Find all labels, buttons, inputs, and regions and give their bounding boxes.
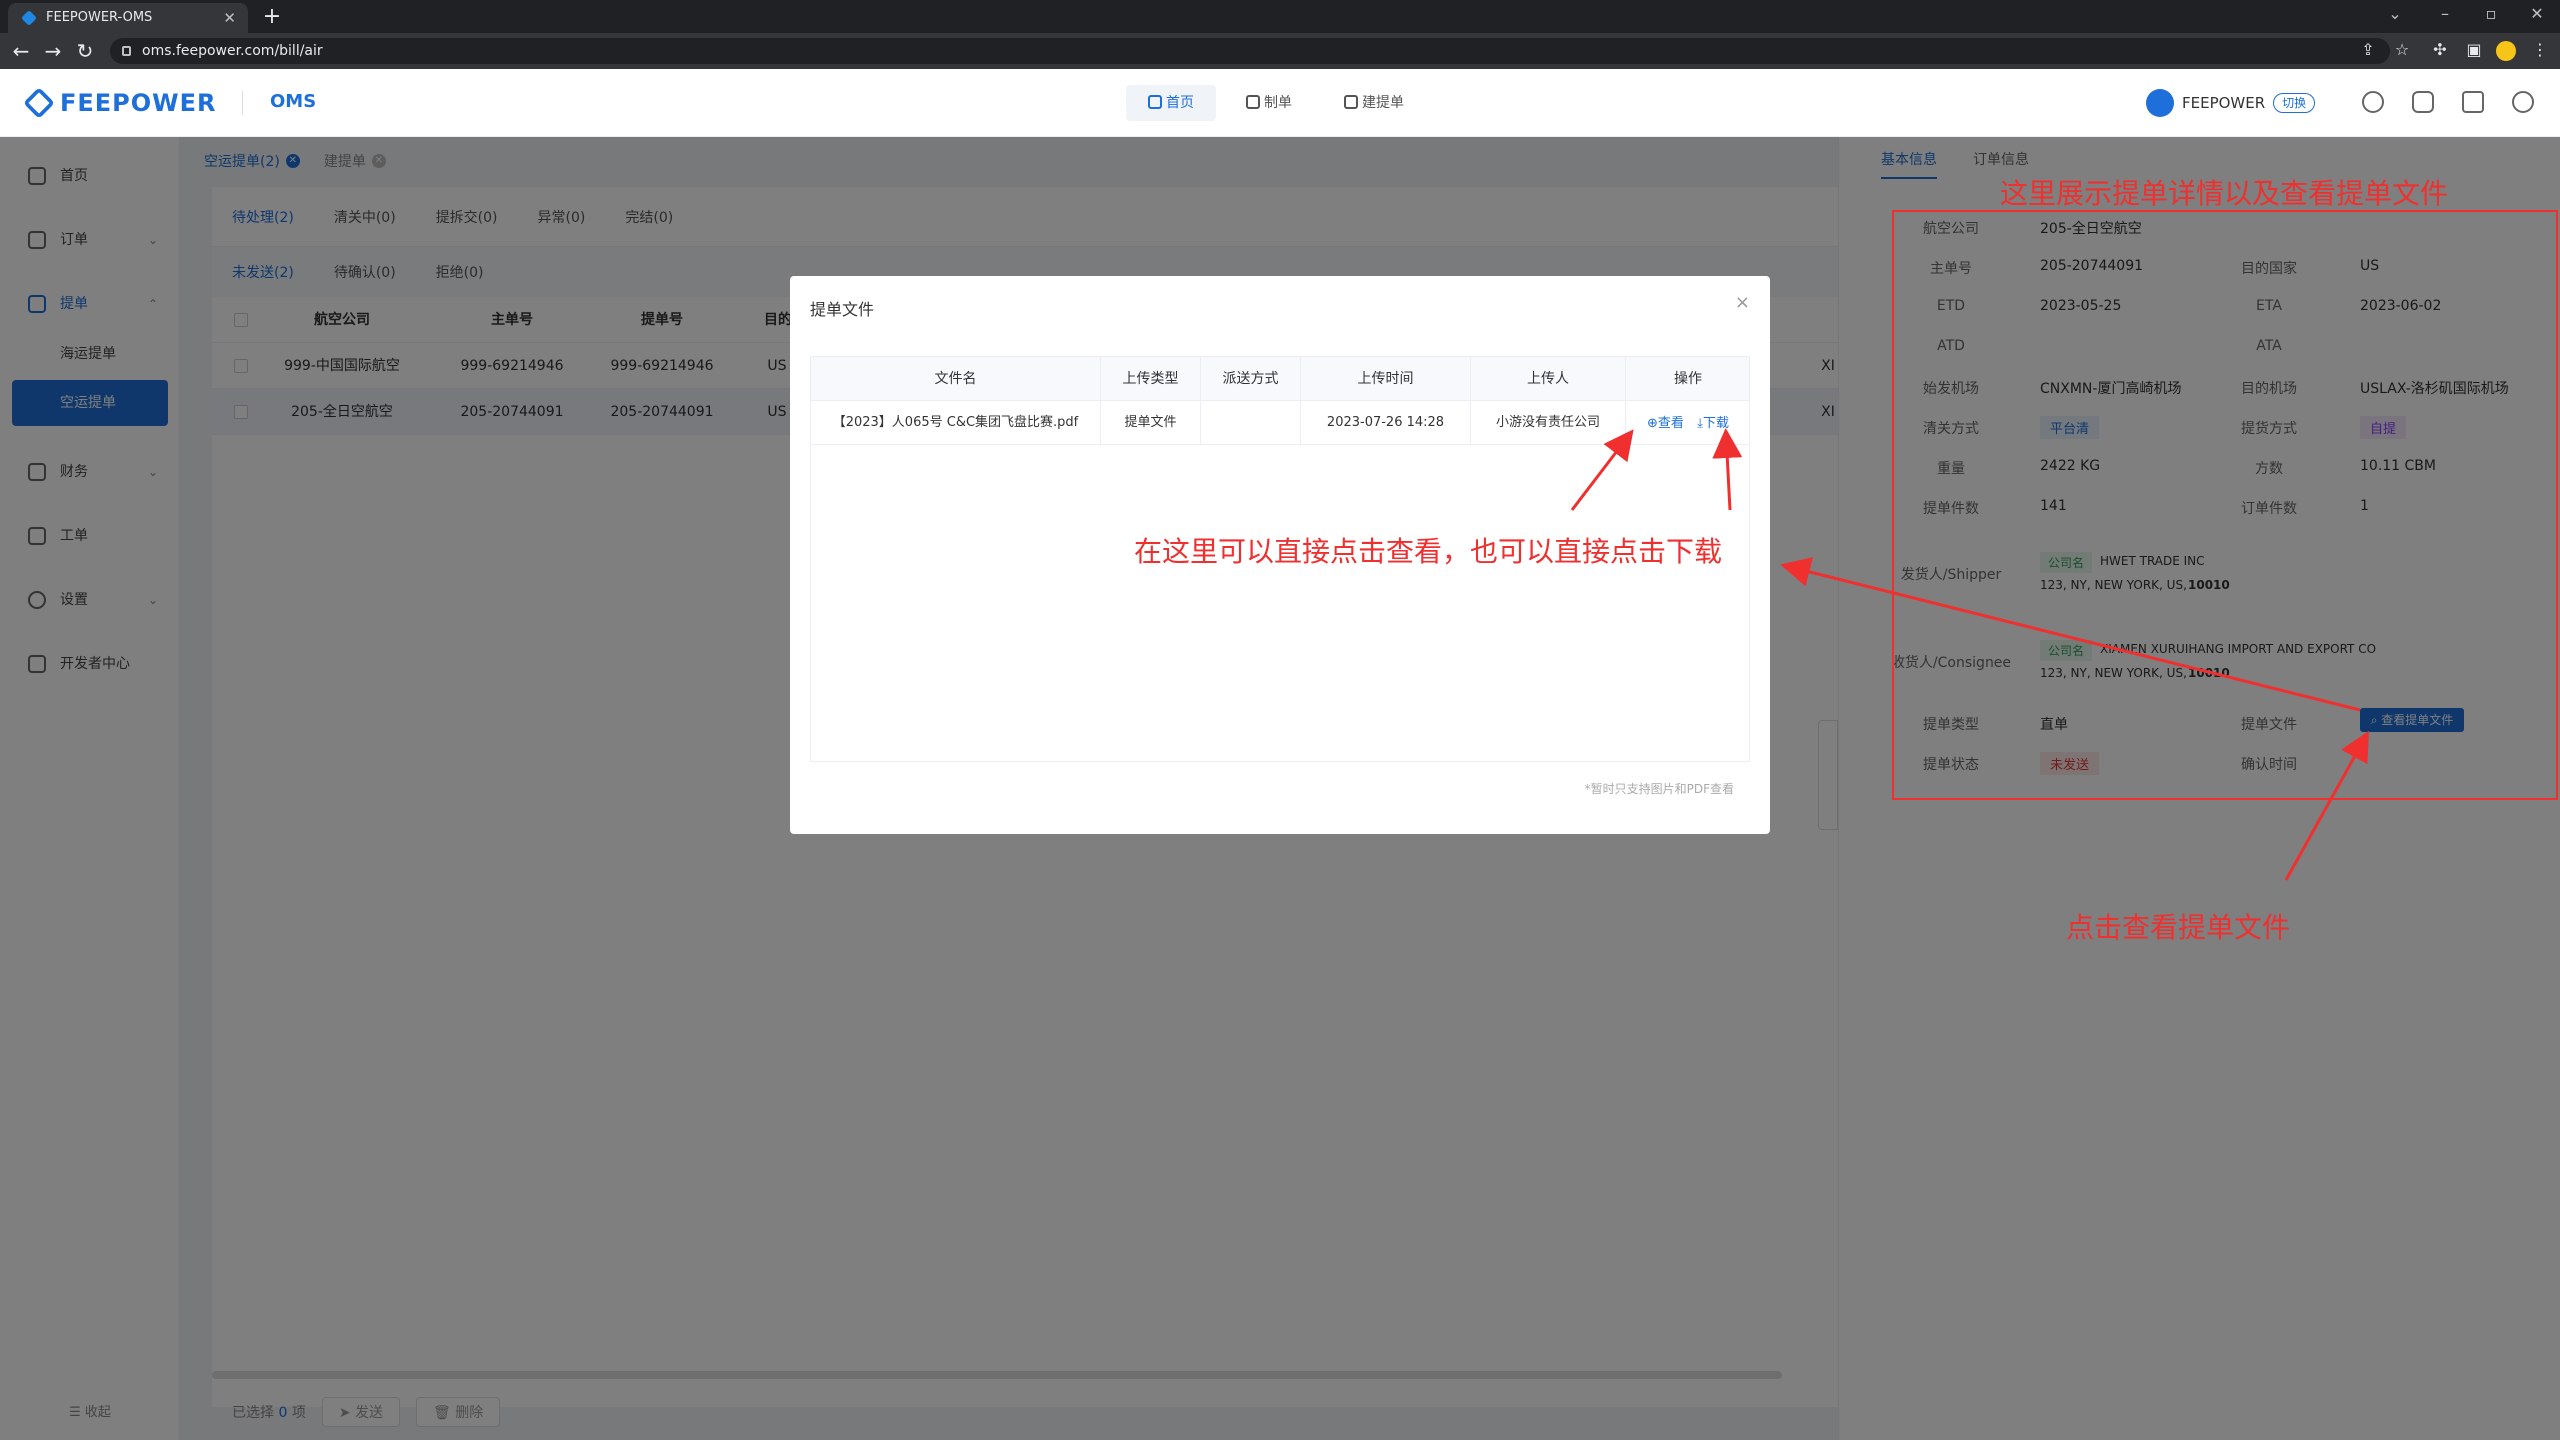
grid-icon	[1148, 95, 1162, 109]
favicon-icon	[21, 10, 37, 26]
modal-note: *暂时只支持图片和PDF查看	[1584, 782, 1734, 796]
logo[interactable]: FEEPOWER	[23, 87, 217, 119]
url-text: oms.feepower.com/bill/air	[142, 43, 323, 59]
product-name: OMS	[270, 91, 317, 112]
browser-tab[interactable]: FEEPOWER-OMS ✕	[8, 3, 248, 33]
nav-home-label: 首页	[1166, 95, 1194, 111]
user-avatar-icon	[2146, 89, 2174, 117]
new-tab-button[interactable]: +	[258, 3, 286, 31]
divider	[242, 91, 243, 115]
annotation-click-view-text: 点击查看提单文件	[2066, 911, 2291, 944]
account-icon[interactable]	[2512, 91, 2534, 113]
browser-tabbar: FEEPOWER-OMS ✕ + ⌄ – ▫ ✕	[0, 0, 2560, 33]
forward-icon[interactable]: →	[40, 39, 66, 63]
file-uploader: 小游没有责任公司	[1471, 401, 1626, 445]
file-table-header: 文件名 上传类型 派送方式 上传时间 上传人 操作	[811, 357, 1749, 401]
message-icon[interactable]	[2412, 91, 2434, 113]
file-row: 【2023】人065号 C&C集团飞盘比赛.pdf 提单文件 2023-07-2…	[811, 401, 1749, 445]
nav-home[interactable]: 首页	[1126, 85, 1216, 121]
view-file-link[interactable]: ⊕查看	[1647, 416, 1684, 431]
window-close-icon[interactable]: ✕	[2522, 4, 2552, 23]
user-name: FEEPOWER	[2182, 94, 2266, 112]
download-file-label: 下载	[1703, 416, 1730, 431]
menu-dots-icon[interactable]: ⋮	[2528, 40, 2552, 59]
browser-tab-title: FEEPOWER-OMS	[46, 10, 153, 25]
extensions-icon[interactable]: ✣	[2428, 40, 2452, 59]
app-header: FEEPOWER OMS 首页 制单 建提单 FEEPOWER 切换	[0, 69, 2560, 137]
logo-text: FEEPOWER	[60, 89, 217, 117]
share-icon[interactable]: ⇪	[2356, 40, 2380, 59]
col-upload-type: 上传类型	[1101, 357, 1201, 401]
maximize-icon[interactable]: ▫	[2476, 4, 2506, 23]
file-delivery	[1201, 401, 1301, 445]
download-file-link[interactable]: ⤓下载	[1697, 416, 1729, 431]
close-icon[interactable]: ×	[1735, 292, 1750, 313]
zoom-icon: ⊕	[1646, 416, 1658, 431]
lock-icon	[122, 46, 131, 56]
help-icon[interactable]	[2362, 91, 2384, 113]
modal-title: 提单文件	[810, 300, 875, 319]
view-file-label: 查看	[1657, 416, 1684, 431]
col-actions: 操作	[1674, 371, 1702, 387]
profile-avatar[interactable]	[2496, 41, 2516, 61]
back-icon[interactable]: ←	[8, 39, 34, 63]
col-delivery: 派送方式	[1201, 357, 1301, 401]
annotation-detail-text: 这里展示提单详情以及查看提单文件	[2000, 177, 2449, 210]
document-add-icon	[1344, 95, 1358, 109]
user-icon	[1246, 95, 1260, 109]
nav-create-bill[interactable]: 建提单	[1322, 85, 1426, 121]
address-bar[interactable]: oms.feepower.com/bill/air	[110, 38, 2390, 64]
nav-create-order-label: 制单	[1264, 95, 1292, 111]
tab-search-icon[interactable]: ⌄	[2380, 4, 2410, 23]
bookmark-star-icon[interactable]: ☆	[2390, 40, 2414, 59]
top-nav: 首页 制单 建提单	[1126, 85, 1426, 121]
browser-toolbar: ← → ↻ oms.feepower.com/bill/air ⇪ ☆ ✣ ▣ …	[0, 33, 2560, 69]
file-actions: ⊕查看 ⤓下载	[1626, 401, 1750, 445]
calendar-icon[interactable]	[2462, 91, 2484, 113]
col-uploader: 上传人	[1471, 357, 1626, 401]
switch-button[interactable]: 切换	[2273, 93, 2316, 113]
file-name: 【2023】人065号 C&C集团飞盘比赛.pdf	[811, 401, 1101, 445]
sidepanel-icon[interactable]: ▣	[2462, 40, 2486, 59]
reload-icon[interactable]: ↻	[72, 39, 98, 63]
tab-close-icon[interactable]: ✕	[223, 3, 236, 33]
file-upload-type: 提单文件	[1101, 401, 1201, 445]
annotation-highlight-box	[1892, 210, 2558, 800]
col-file-name: 文件名	[811, 357, 1101, 401]
logo-icon	[23, 87, 55, 119]
col-upload-time: 上传时间	[1301, 357, 1471, 401]
file-upload-time: 2023-07-26 14:28	[1301, 401, 1471, 445]
minimize-icon[interactable]: –	[2430, 4, 2460, 23]
nav-create-order[interactable]: 制单	[1224, 85, 1314, 121]
user-menu[interactable]: FEEPOWER 切换	[2146, 89, 2316, 117]
annotation-view-download-text: 在这里可以直接点击查看，也可以直接点击下载	[1134, 535, 1723, 568]
nav-create-bill-label: 建提单	[1362, 95, 1404, 111]
